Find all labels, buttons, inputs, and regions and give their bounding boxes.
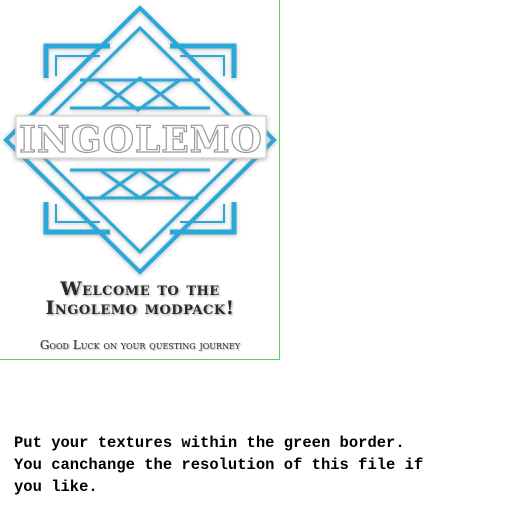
welcome-line-2: Ingolemo modpack!	[45, 297, 235, 319]
instructions-line-3: you like.	[14, 478, 98, 496]
texture-area: INGOLEMO Welcome to the Ingolemo modpack…	[0, 0, 280, 360]
welcome-heading: Welcome to the Ingolemo modpack!	[0, 280, 280, 318]
instructions-line-1: Put your textures within the green borde…	[14, 434, 405, 452]
tagline: Good Luck on your questing journey	[39, 338, 241, 352]
ingolemo-logo: INGOLEMO	[3, 5, 277, 275]
instructions-line-2: You canchange the resolution of this fil…	[14, 456, 424, 474]
brand-text: INGOLEMO	[19, 119, 263, 161]
instructions-text: Put your textures within the green borde…	[14, 432, 504, 498]
